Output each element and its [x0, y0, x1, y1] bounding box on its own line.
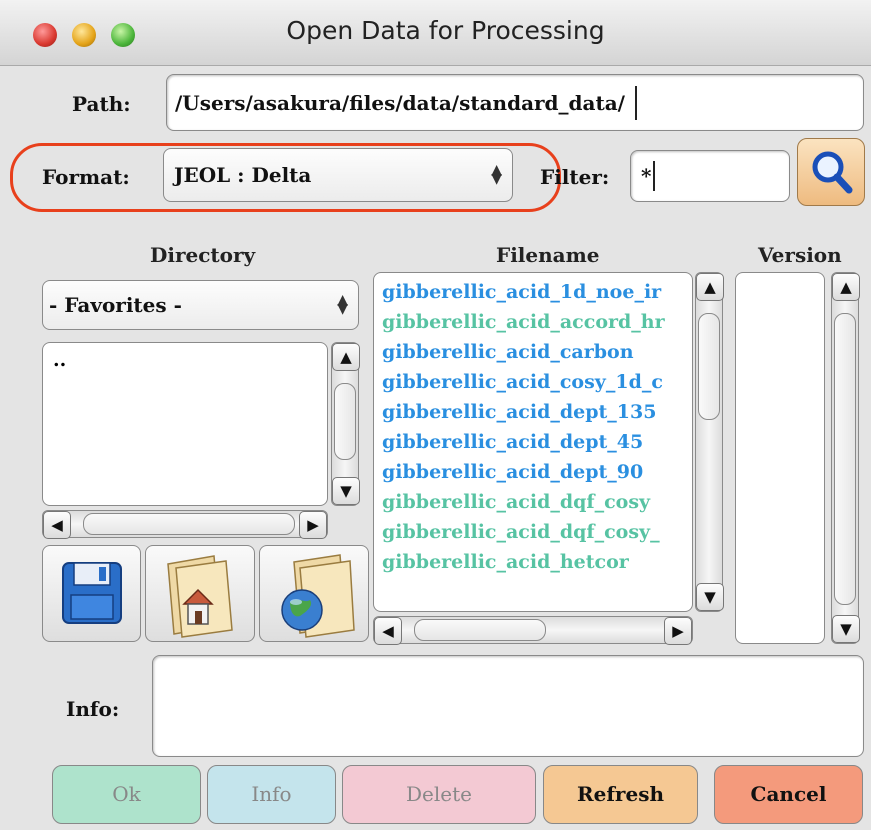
file-list[interactable]: gibberellic_acid_1d_noe_ir gibberellic_a… [373, 272, 693, 612]
floppy-disk-button[interactable] [42, 545, 141, 642]
scroll-right-button[interactable]: ▶ [664, 617, 692, 645]
filter-label: Filter: [540, 165, 610, 189]
info-label: Info: [66, 697, 120, 721]
file-item[interactable]: gibberellic_acid_dqf_cosy [382, 491, 650, 513]
file-item[interactable]: gibberellic_acid_dept_90 [382, 461, 643, 483]
open-data-dialog: Open Data for Processing Path: /Users/as… [0, 0, 871, 830]
favorites-value: - Favorites - [49, 293, 182, 317]
format-highlight-annotation [10, 143, 561, 212]
scroll-thumb[interactable] [698, 313, 720, 420]
file-item[interactable]: gibberellic_acid_1d_noe_ir [382, 281, 661, 303]
updown-arrows-icon: ▲ ▼ [337, 292, 348, 317]
favorites-select[interactable]: - Favorites - ▲ ▼ [42, 280, 359, 330]
scroll-thumb[interactable] [414, 619, 546, 641]
search-button[interactable] [797, 138, 865, 206]
directory-horizontal-scrollbar[interactable]: ◀ ▶ [42, 510, 328, 539]
directory-list[interactable]: .. [42, 342, 328, 506]
refresh-button[interactable]: Refresh [543, 765, 698, 824]
filter-input[interactable]: * [630, 150, 790, 202]
floppy-disk-icon [62, 562, 122, 624]
scroll-thumb[interactable] [83, 513, 295, 535]
text-cursor [635, 86, 637, 120]
globe-folder-icon [281, 554, 355, 638]
scroll-up-button[interactable]: ▲ [332, 343, 360, 371]
scroll-down-button[interactable]: ▼ [332, 477, 360, 505]
scroll-left-button[interactable]: ◀ [43, 511, 71, 539]
text-cursor [653, 161, 655, 191]
file-item[interactable]: gibberellic_acid_dept_45 [382, 431, 643, 453]
network-folder-button[interactable] [259, 545, 369, 642]
filter-value: * [641, 164, 652, 188]
scroll-up-button[interactable]: ▲ [832, 273, 860, 301]
filename-header: Filename [496, 243, 600, 267]
scroll-up-button[interactable]: ▲ [696, 273, 724, 301]
title-bar: Open Data for Processing [0, 0, 871, 66]
scroll-right-button[interactable]: ▶ [299, 511, 327, 539]
path-input[interactable]: /Users/asakura/files/data/standard_data/ [166, 74, 864, 131]
version-vertical-scrollbar[interactable]: ▲ ▼ [831, 272, 860, 644]
file-item[interactable]: gibberellic_acid_dqf_cosy_ [382, 521, 660, 543]
list-item[interactable]: .. [53, 349, 66, 371]
path-value: /Users/asakura/files/data/standard_data/ [175, 90, 625, 115]
path-label: Path: [72, 92, 131, 116]
home-folder-button[interactable] [145, 545, 255, 642]
scroll-thumb[interactable] [834, 313, 856, 605]
info-button[interactable]: Info [207, 765, 336, 824]
file-horizontal-scrollbar[interactable]: ◀ ▶ [373, 616, 693, 645]
window-title: Open Data for Processing [286, 16, 605, 45]
directory-vertical-scrollbar[interactable]: ▲ ▼ [331, 342, 360, 506]
file-item[interactable]: gibberellic_acid_accord_hr [382, 311, 665, 333]
scroll-left-button[interactable]: ◀ [374, 617, 402, 645]
scroll-down-button[interactable]: ▼ [832, 615, 860, 643]
file-item[interactable]: gibberellic_acid_cosy_1d_c [382, 371, 663, 393]
home-folder-icon [167, 555, 233, 638]
scroll-thumb[interactable] [334, 383, 356, 460]
file-vertical-scrollbar[interactable]: ▲ ▼ [695, 272, 724, 612]
delete-button[interactable]: Delete [342, 765, 536, 824]
file-item[interactable]: gibberellic_acid_dept_135 [382, 401, 656, 423]
magnifier-icon [812, 151, 853, 194]
version-header: Version [758, 243, 842, 267]
ok-button[interactable]: Ok [52, 765, 201, 824]
scroll-down-button[interactable]: ▼ [696, 583, 724, 611]
file-item[interactable]: gibberellic_acid_carbon [382, 341, 634, 363]
directory-header: Directory [150, 243, 256, 267]
version-list[interactable] [735, 272, 825, 644]
file-item[interactable]: gibberellic_acid_hetcor [382, 551, 629, 573]
info-textarea[interactable] [152, 655, 864, 757]
cancel-button[interactable]: Cancel [714, 765, 863, 824]
